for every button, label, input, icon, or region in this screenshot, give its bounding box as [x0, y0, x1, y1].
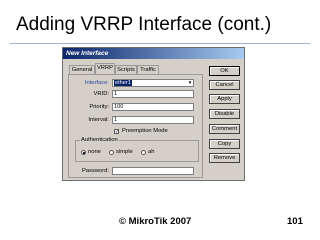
interface-label: Interface: — [84, 80, 109, 86]
interface-value: ether1 — [114, 80, 132, 86]
auth-simple-radio[interactable] — [109, 150, 114, 155]
password-input[interactable] — [112, 167, 194, 175]
chevron-down-icon[interactable]: ▼ — [187, 80, 193, 86]
slide-title: Adding VRRP Interface (cont.) — [16, 14, 272, 35]
auth-ah-label: ah — [148, 149, 155, 155]
interval-label: Interval: — [88, 117, 109, 123]
page-number: 101 — [287, 216, 303, 227]
dialog-titlebar: New Interface — [63, 48, 244, 59]
remove-button[interactable]: Remove — [209, 153, 240, 163]
priority-label: Priority: — [89, 104, 109, 110]
tab-vrrp[interactable]: VRRP — [95, 63, 115, 74]
tab-general[interactable]: General — [69, 65, 95, 74]
copy-button[interactable]: Copy — [209, 139, 240, 149]
vrid-label: VRID: — [93, 91, 109, 97]
cancel-button[interactable]: Cancel — [209, 80, 240, 90]
auth-ah-radio[interactable] — [141, 150, 146, 155]
ok-button[interactable]: OK — [209, 66, 240, 76]
comment-button[interactable]: Comment — [209, 124, 240, 134]
auth-simple-label: simple — [116, 149, 133, 155]
tab-traffic[interactable]: Traffic — [137, 65, 159, 74]
preemption-checkbox[interactable]: ✓ — [114, 129, 119, 135]
new-interface-dialog: New Interface General VRRP Scripts Traff… — [62, 47, 245, 181]
interface-select[interactable]: ether1 ▼ — [112, 79, 194, 87]
vrrp-panel: Interface: ether1 ▼ VRID: 1 Priority: 10… — [68, 74, 203, 178]
authentication-title: Authentication — [80, 137, 119, 143]
vrid-input[interactable]: 1 — [112, 90, 194, 98]
password-label: Password: — [81, 168, 109, 174]
title-divider — [10, 43, 310, 44]
priority-input[interactable]: 100 — [112, 103, 194, 111]
tab-scripts[interactable]: Scripts — [115, 65, 137, 74]
disable-button[interactable]: Disable — [209, 109, 240, 119]
auth-none-radio[interactable] — [81, 150, 86, 155]
interval-input[interactable]: 1 — [112, 116, 194, 124]
auth-none-label: none — [88, 149, 101, 155]
preemption-label: Preemption Mode — [122, 128, 168, 134]
slide-footer: © MikroTik 2007 — [119, 216, 192, 227]
authentication-group: Authentication none simple ah — [75, 137, 199, 162]
apply-button[interactable]: Apply — [209, 94, 240, 104]
